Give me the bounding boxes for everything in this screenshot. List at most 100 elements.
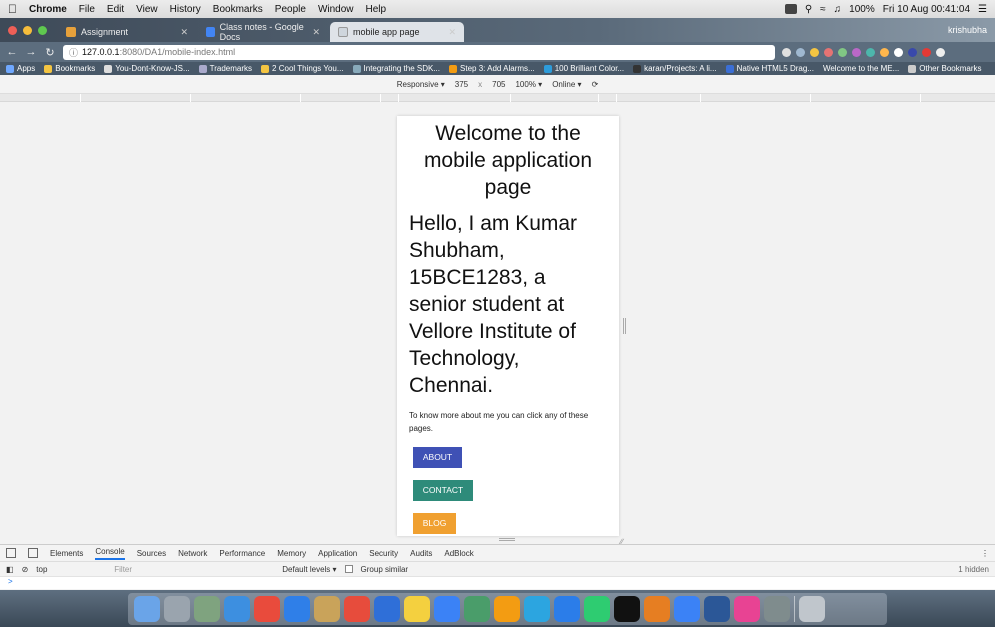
info-icon[interactable]: ⓘ: [69, 46, 78, 59]
dock-app-icon[interactable]: [704, 596, 730, 622]
close-tab-icon[interactable]: ✕: [448, 27, 456, 38]
network-throttle-select[interactable]: Online ▾: [552, 80, 581, 89]
bookmark-item[interactable]: Welcome to the ME...: [823, 64, 899, 73]
bookmark-item[interactable]: 100 Brilliant Color...: [543, 64, 624, 73]
dock-app-icon[interactable]: [614, 596, 640, 622]
console-filter-input[interactable]: Filter: [114, 565, 274, 574]
tab-assignment[interactable]: Assignment ✕: [58, 22, 196, 42]
bookmark-item[interactable]: Integrating the SDK...: [352, 64, 440, 73]
dock-app-icon[interactable]: [254, 596, 280, 622]
extension-icon[interactable]: [880, 47, 889, 57]
tab-memory[interactable]: Memory: [277, 549, 306, 558]
dock-app-icon[interactable]: [284, 596, 310, 622]
trash-icon[interactable]: [799, 596, 825, 622]
extension-icon[interactable]: [894, 47, 903, 57]
bookmark-item[interactable]: karan/Projects: A li...: [633, 64, 717, 73]
extension-icon[interactable]: [782, 47, 791, 57]
apple-icon[interactable]: : [8, 2, 17, 16]
dock-app-icon[interactable]: [464, 596, 490, 622]
volume-icon[interactable]: ♫: [834, 4, 842, 15]
dock-app-icon[interactable]: [344, 596, 370, 622]
extension-icon[interactable]: [810, 47, 819, 57]
menu-file[interactable]: File: [79, 4, 95, 15]
bookmark-item[interactable]: Bookmarks: [44, 64, 95, 73]
about-button[interactable]: ABOUT: [413, 447, 462, 468]
extension-icon[interactable]: [866, 47, 875, 57]
dock-app-icon[interactable]: [314, 596, 340, 622]
width-resize-handle[interactable]: [623, 318, 626, 334]
menu-window[interactable]: Window: [318, 4, 354, 15]
menu-bookmarks[interactable]: Bookmarks: [213, 4, 263, 15]
bookmark-item[interactable]: You-Dont-Know-JS...: [104, 64, 190, 73]
tab-mobile-app-page[interactable]: mobile app page ✕: [330, 22, 464, 42]
dock-app-icon[interactable]: [134, 596, 160, 622]
log-levels-select[interactable]: Default levels ▾: [282, 565, 336, 574]
bookmark-apps[interactable]: Apps: [6, 64, 35, 73]
bookmark-item[interactable]: 2 Cool Things You...: [261, 64, 344, 73]
close-tab-icon[interactable]: ✕: [180, 27, 188, 38]
chrome-menu-icon[interactable]: [936, 47, 945, 57]
sidebar-toggle-icon[interactable]: ◧: [6, 565, 14, 574]
tab-security[interactable]: Security: [369, 549, 398, 558]
dock-app-icon[interactable]: [644, 596, 670, 622]
console-prompt[interactable]: >: [0, 577, 995, 589]
dock-app-icon[interactable]: [734, 596, 760, 622]
dock-app-icon[interactable]: [764, 596, 790, 622]
context-select[interactable]: top: [36, 565, 106, 574]
viewport-height-input[interactable]: 705: [492, 80, 505, 89]
maximize-window-button[interactable]: [38, 26, 47, 35]
clock[interactable]: Fri 10 Aug 00:41:04: [883, 4, 970, 15]
bookmark-other[interactable]: Other Bookmarks: [908, 64, 982, 73]
viewport-width-input[interactable]: 375: [455, 80, 468, 89]
dock-app-icon[interactable]: [164, 596, 190, 622]
tab-console[interactable]: Console: [95, 547, 125, 560]
tab-application[interactable]: Application: [318, 549, 357, 558]
dock-app-icon[interactable]: [374, 596, 400, 622]
close-tab-icon[interactable]: ✕: [312, 27, 320, 38]
dock-app-icon[interactable]: [554, 596, 580, 622]
reload-icon[interactable]: ↻: [44, 46, 56, 59]
bookmark-item[interactable]: Step 3: Add Alarms...: [449, 64, 535, 73]
extension-icon[interactable]: [796, 47, 805, 57]
dock-app-icon[interactable]: [494, 596, 520, 622]
wifi-icon[interactable]: ≈: [820, 4, 826, 15]
back-icon[interactable]: ←: [6, 46, 18, 58]
address-bar[interactable]: ⓘ 127.0.0.1 :8080/DA1/mobile-index.html: [63, 44, 775, 60]
device-toggle-icon[interactable]: [28, 548, 38, 558]
menu-app-name[interactable]: Chrome: [29, 4, 67, 15]
height-resize-handle[interactable]: [499, 538, 515, 541]
dock-app-icon[interactable]: [524, 596, 550, 622]
menu-view[interactable]: View: [136, 4, 158, 15]
tab-performance[interactable]: Performance: [219, 549, 265, 558]
device-mode-select[interactable]: Responsive ▾: [397, 80, 445, 89]
close-window-button[interactable]: [8, 26, 17, 35]
minimize-window-button[interactable]: [23, 26, 32, 35]
menu-list-icon[interactable]: ☰: [978, 4, 987, 15]
dock-app-icon[interactable]: [404, 596, 430, 622]
blog-button[interactable]: BLOG: [413, 513, 456, 534]
tab-adblock[interactable]: AdBlock: [444, 549, 473, 558]
search-icon[interactable]: ⚲: [805, 4, 812, 15]
contact-button[interactable]: CONTACT: [413, 480, 473, 501]
extension-icon[interactable]: [838, 47, 847, 57]
menu-edit[interactable]: Edit: [107, 4, 124, 15]
menu-history[interactable]: History: [170, 4, 201, 15]
tab-audits[interactable]: Audits: [410, 549, 432, 558]
dock-app-icon[interactable]: [224, 596, 250, 622]
camera-icon[interactable]: [784, 4, 797, 14]
inspect-element-icon[interactable]: [6, 548, 16, 558]
rotate-icon[interactable]: ⟳: [592, 80, 599, 89]
battery-percent[interactable]: 100%: [849, 4, 875, 15]
bookmark-item[interactable]: Trademarks: [198, 64, 252, 73]
menu-people[interactable]: People: [275, 4, 306, 15]
dock-app-icon[interactable]: [194, 596, 220, 622]
tab-class-notes[interactable]: Class notes - Google Docs ✕: [198, 22, 328, 42]
menu-help[interactable]: Help: [366, 4, 387, 15]
dock-app-icon[interactable]: [434, 596, 460, 622]
group-similar-checkbox[interactable]: [344, 565, 353, 573]
bookmark-item[interactable]: Native HTML5 Drag...: [725, 64, 814, 73]
forward-icon[interactable]: →: [25, 46, 37, 58]
tab-network[interactable]: Network: [178, 549, 207, 558]
extension-icon[interactable]: [824, 47, 833, 57]
extension-icon[interactable]: [908, 47, 917, 57]
